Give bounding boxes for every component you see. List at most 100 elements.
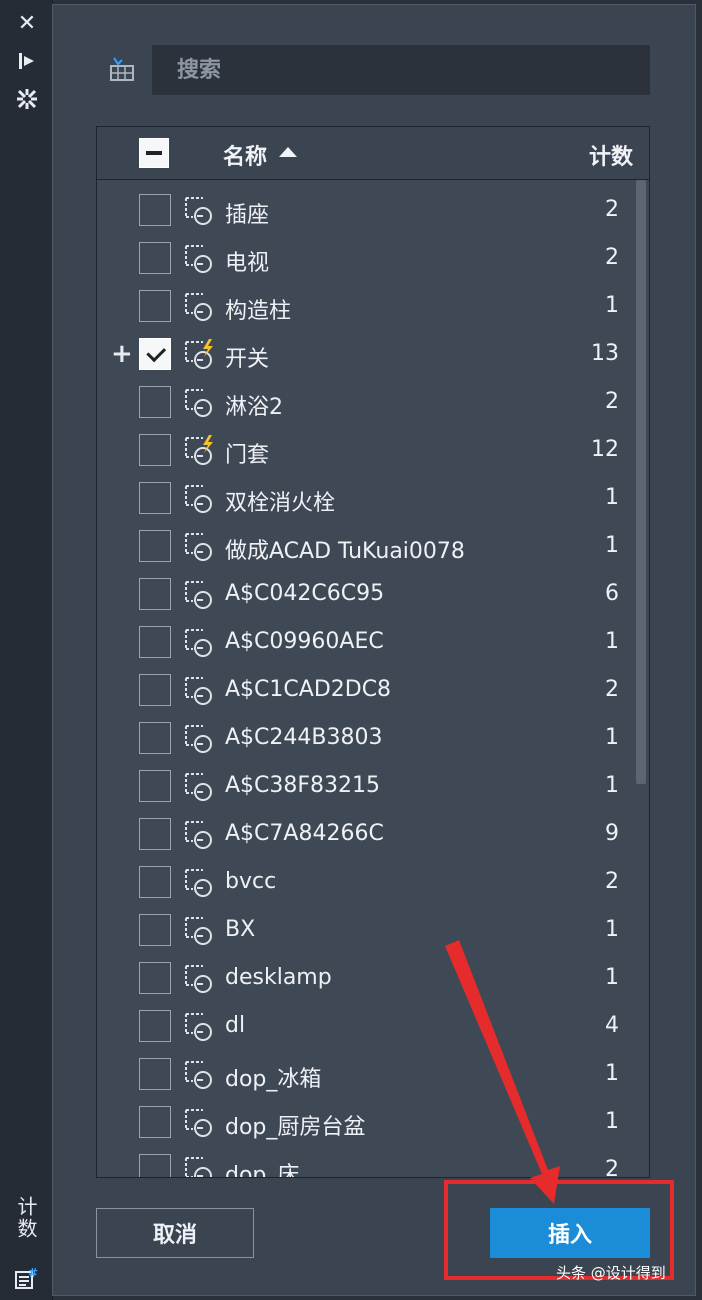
row-checkbox[interactable] <box>139 194 171 226</box>
row-label: dl <box>225 1013 246 1038</box>
dynamic-block-icon <box>183 435 217 467</box>
palette-title: 计数 <box>14 1196 38 1240</box>
watermark: 头条 @设计得到 <box>556 1264 666 1282</box>
row-checkbox[interactable] <box>139 818 171 850</box>
list-item[interactable]: 做成ACAD TuKuai0078 1 <box>97 523 637 571</box>
settings-icon[interactable] <box>14 86 40 112</box>
row-checkbox[interactable] <box>139 1058 171 1090</box>
list-item[interactable]: A$C1CAD2DC8 2 <box>97 667 637 715</box>
row-label: A$C1CAD2DC8 <box>225 677 392 702</box>
row-checkbox[interactable] <box>139 962 171 994</box>
row-count: 1 <box>605 773 619 798</box>
dynamic-block-icon <box>183 339 217 371</box>
block-icon <box>183 579 217 611</box>
svg-text:#: # <box>28 1266 38 1280</box>
list-header: 名称 计数 <box>97 127 649 180</box>
block-icon <box>183 771 217 803</box>
block-icon <box>183 1059 217 1091</box>
list-item[interactable]: A$C38F83215 1 <box>97 763 637 811</box>
cancel-button[interactable]: 取消 <box>96 1208 254 1258</box>
pin-icon[interactable] <box>14 48 40 74</box>
list-item[interactable]: 插座 2 <box>97 187 637 235</box>
list-item[interactable]: 电视 2 <box>97 235 637 283</box>
list-item[interactable]: A$C244B3803 1 <box>97 715 637 763</box>
row-checkbox[interactable] <box>139 242 171 274</box>
row-checkbox[interactable] <box>139 290 171 322</box>
block-icon <box>183 723 217 755</box>
insert-button[interactable]: 插入 <box>490 1208 650 1258</box>
list-item[interactable]: A$C09960AEC 1 <box>97 619 637 667</box>
row-checkbox[interactable] <box>139 434 171 466</box>
row-checkbox[interactable] <box>139 386 171 418</box>
row-checkbox[interactable] <box>139 482 171 514</box>
sort-ascending-icon[interactable] <box>279 147 297 157</box>
block-icon <box>183 819 217 851</box>
row-checkbox[interactable] <box>139 914 171 946</box>
row-count: 1 <box>605 1061 619 1086</box>
close-icon[interactable]: ✕ <box>14 10 40 36</box>
list-item[interactable]: 构造柱 1 <box>97 283 637 331</box>
row-label: A$C042C6C95 <box>225 581 385 606</box>
list-item[interactable]: 双栓消火栓 1 <box>97 475 637 523</box>
block-icon <box>183 867 217 899</box>
row-checkbox[interactable] <box>139 1106 171 1138</box>
list-item[interactable]: A$C7A84266C 9 <box>97 811 637 859</box>
row-count: 2 <box>605 389 619 414</box>
list-item[interactable]: 淋浴2 2 <box>97 379 637 427</box>
block-icon <box>183 387 217 419</box>
row-count: 9 <box>605 821 619 846</box>
list-item[interactable]: dop_冰箱 1 <box>97 1051 637 1099</box>
expand-icon[interactable]: + <box>111 339 133 369</box>
row-count: 4 <box>605 1013 619 1038</box>
select-all-checkbox[interactable] <box>139 138 169 168</box>
row-label: 开关 <box>225 347 270 372</box>
list-scrollbar[interactable] <box>634 180 648 1176</box>
row-checkbox[interactable] <box>139 338 171 370</box>
row-label: 电视 <box>225 251 270 276</box>
list-item[interactable]: dl 4 <box>97 1003 637 1051</box>
row-checkbox[interactable] <box>139 674 171 706</box>
row-label: 做成ACAD TuKuai0078 <box>225 539 465 564</box>
block-icon <box>183 243 217 275</box>
list-item[interactable]: A$C042C6C95 6 <box>97 571 637 619</box>
block-icon <box>183 291 217 323</box>
list-item[interactable]: + 开关 13 <box>97 331 637 379</box>
row-count: 2 <box>605 1157 619 1178</box>
block-icon <box>183 483 217 515</box>
block-icon <box>183 531 217 563</box>
row-count: 1 <box>605 917 619 942</box>
row-count: 2 <box>605 677 619 702</box>
palette-side-strip: ✕ 计数 # <box>0 0 53 1300</box>
row-checkbox[interactable] <box>139 530 171 562</box>
list-item[interactable]: dop_床 2 <box>97 1147 637 1178</box>
row-checkbox[interactable] <box>139 1010 171 1042</box>
row-checkbox[interactable] <box>139 866 171 898</box>
list-item[interactable]: desklamp 1 <box>97 955 637 1003</box>
row-count: 1 <box>605 1109 619 1134</box>
list-item[interactable]: bvcc 2 <box>97 859 637 907</box>
row-label: dop_床 <box>225 1163 300 1178</box>
list-item[interactable]: dop_厨房台盆 1 <box>97 1099 637 1147</box>
list-item[interactable]: BX 1 <box>97 907 637 955</box>
row-checkbox[interactable] <box>139 770 171 802</box>
row-checkbox[interactable] <box>139 578 171 610</box>
row-label: dop_冰箱 <box>225 1067 322 1092</box>
row-count: 1 <box>605 533 619 558</box>
count-table-icon: # <box>14 1266 40 1292</box>
column-header-name[interactable]: 名称 <box>223 139 267 171</box>
block-icon <box>183 195 217 227</box>
column-header-count[interactable]: 计数 <box>589 139 633 171</box>
block-icon <box>183 1107 217 1139</box>
row-checkbox[interactable] <box>139 722 171 754</box>
row-checkbox[interactable] <box>139 626 171 658</box>
list-rows: 插座 2 电视 2 构造柱 1 + 开关 13 淋浴2 2 门套 12 双栓消火栓 1 做成ACAD TuKu… <box>97 187 637 1178</box>
scroll-thumb[interactable] <box>636 180 646 784</box>
list-item[interactable]: 门套 12 <box>97 427 637 475</box>
row-label: A$C09960AEC <box>225 629 384 654</box>
block-icon <box>183 915 217 947</box>
block-count-list[interactable]: 名称 计数 插座 2 电视 2 构造柱 1 + 开关 13 淋浴2 2 门套 12 双栓消火栓 1 做成ACA… <box>96 126 650 1178</box>
row-label: 构造柱 <box>225 299 292 324</box>
block-icon <box>183 963 217 995</box>
search-input[interactable] <box>152 45 650 95</box>
row-checkbox[interactable] <box>139 1154 171 1177</box>
